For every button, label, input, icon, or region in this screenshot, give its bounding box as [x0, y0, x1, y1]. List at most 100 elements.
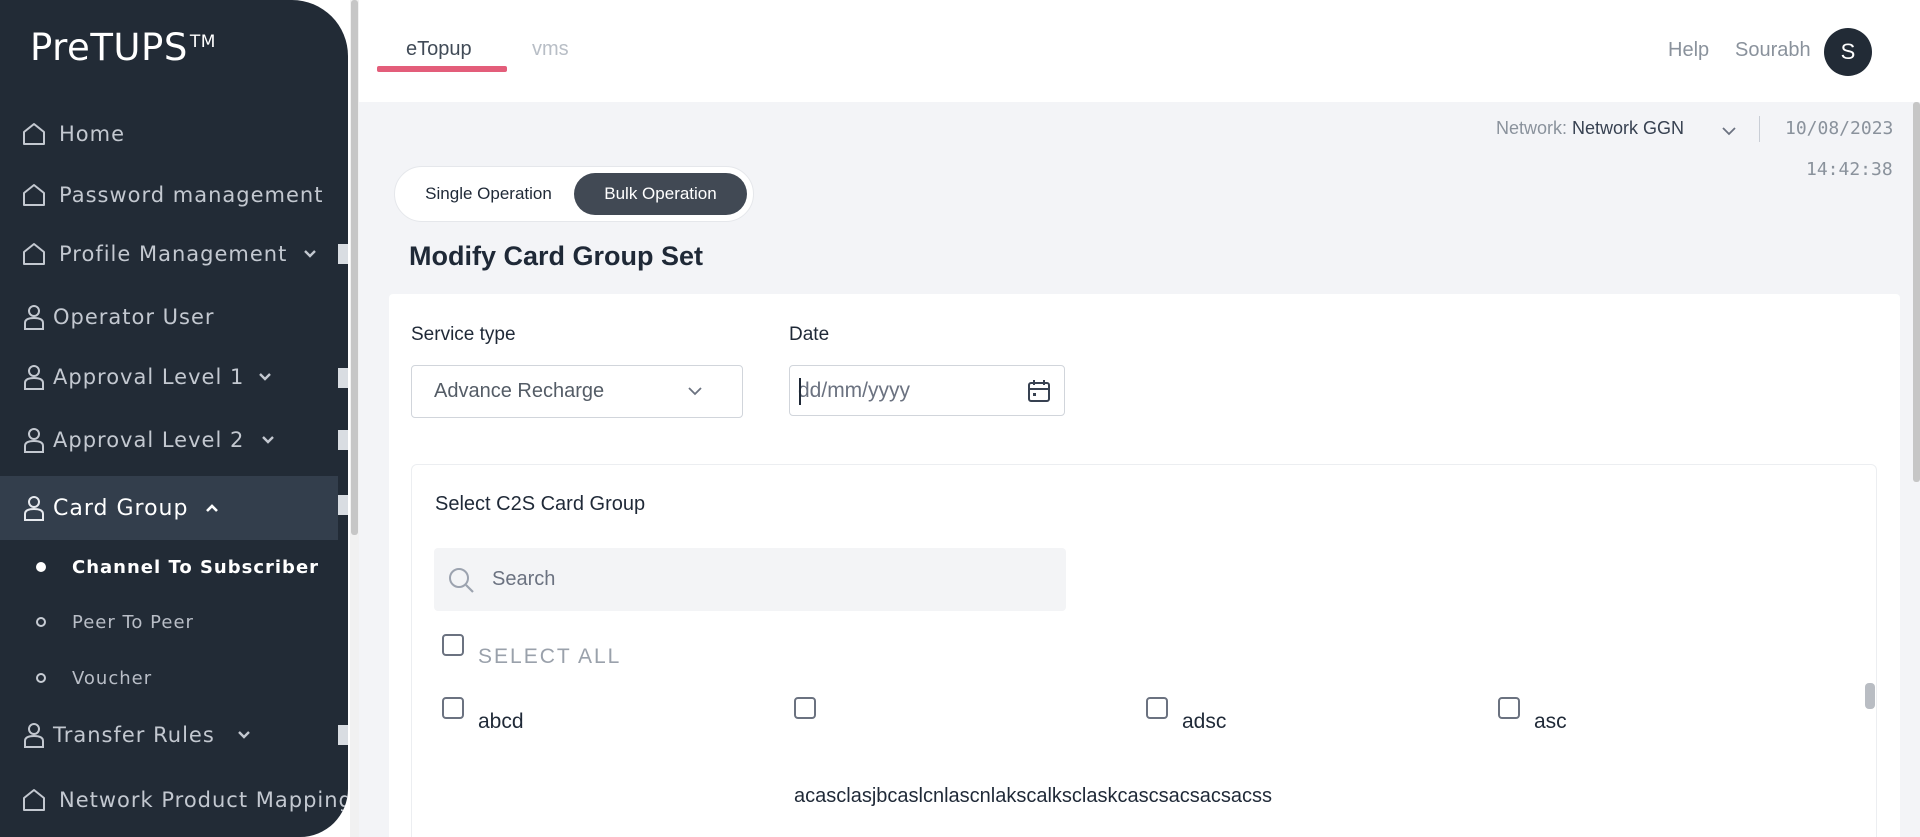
- service-type-value: Advance Recharge: [434, 380, 605, 402]
- chevron-down-icon: [235, 726, 253, 744]
- scrollbar-thumb[interactable]: [351, 0, 358, 535]
- sidebar-subitem-voucher[interactable]: Voucher: [0, 658, 338, 698]
- select-all-checkbox[interactable]: [442, 634, 464, 656]
- user-name[interactable]: Sourabh: [1735, 39, 1811, 62]
- home-icon: [20, 120, 48, 148]
- avatar-initial: S: [1840, 39, 1856, 64]
- chevron-down-icon: [685, 382, 705, 400]
- current-time: 14:42:38: [1806, 159, 1893, 180]
- search-icon: [446, 565, 476, 595]
- brand-logo: PreTUPS TM: [30, 26, 216, 69]
- date-input[interactable]: [798, 374, 1018, 408]
- single-operation-button[interactable]: Single Operation: [401, 173, 576, 215]
- brand-name: PreTUPS: [30, 26, 188, 69]
- user-icon: [20, 426, 48, 454]
- avatar[interactable]: S: [1824, 28, 1872, 76]
- sidebar: PreTUPS TM Home Password management Profi…: [0, 0, 348, 837]
- page-title: Modify Card Group Set: [409, 241, 704, 271]
- sidebar-item-card-group[interactable]: Card Group: [0, 476, 338, 540]
- scroll-marker: [338, 244, 348, 264]
- network-selector[interactable]: Network: Network GGN: [1496, 118, 1684, 139]
- trademark-mark: TM: [189, 32, 216, 52]
- sidebar-item-label: Password management: [59, 183, 324, 207]
- card-group-panel: Select C2S Card Group SELECT ALL abcd ac…: [411, 464, 1877, 837]
- bulk-operation-button[interactable]: Bulk Operation: [574, 173, 747, 215]
- sidebar-subitem-label: Channel To Subscriber: [72, 556, 320, 578]
- sidebar-subitem-label: Voucher: [72, 667, 153, 689]
- option-checkbox[interactable]: [794, 697, 816, 719]
- sidebar-item-password-management[interactable]: Password management: [0, 167, 338, 223]
- scroll-marker: [338, 430, 348, 450]
- scroll-marker: [338, 725, 348, 745]
- user-icon: [20, 363, 48, 391]
- tab-etopup[interactable]: eTopup: [406, 38, 472, 61]
- user-icon: [20, 494, 48, 522]
- chevron-down-icon: [259, 431, 277, 449]
- sidebar-item-operator-user[interactable]: Operator User: [0, 289, 338, 345]
- active-bullet-icon: [36, 562, 46, 572]
- bullet-icon: [36, 617, 46, 627]
- bullet-icon: [36, 673, 46, 683]
- option-label: acasclasjbcaslcnlascnlakscalksclaskcascs…: [794, 785, 1272, 807]
- sidebar-scrollbar[interactable]: [350, 0, 359, 837]
- tab-vms[interactable]: vms: [532, 38, 569, 61]
- panel-scrollbar-thumb[interactable]: [1865, 683, 1875, 709]
- chevron-down-icon[interactable]: [1720, 124, 1738, 138]
- network-label: Network:: [1496, 118, 1568, 138]
- home-icon: [20, 240, 48, 268]
- sidebar-item-label: Network Product Mapping: [59, 788, 348, 812]
- form-card: Service type Advance Recharge Date dd/mm…: [389, 294, 1900, 837]
- sidebar-item-profile-management[interactable]: Profile Management: [0, 226, 338, 282]
- date-label: Date: [789, 324, 830, 345]
- home-icon: [20, 786, 48, 814]
- chevron-up-icon: [203, 499, 221, 517]
- chevron-down-icon: [301, 245, 319, 263]
- sidebar-subitem-label: Peer To Peer: [72, 611, 194, 633]
- option-label: abcd: [478, 710, 524, 733]
- home-icon: [20, 181, 48, 209]
- user-icon: [20, 721, 48, 749]
- network-value: Network GGN: [1572, 118, 1685, 138]
- search-input[interactable]: [492, 562, 1032, 596]
- sidebar-item-approval-level-1[interactable]: Approval Level 1: [0, 349, 338, 405]
- page-scrollbar[interactable]: [1913, 102, 1920, 837]
- sidebar-item-label: Home: [59, 122, 126, 146]
- operation-toggle: Single Operation Bulk Operation: [394, 166, 754, 222]
- select-all-label: SELECT ALL: [478, 645, 622, 668]
- sidebar-subitem-peer-to-peer[interactable]: Peer To Peer: [0, 602, 338, 642]
- panel-title: Select C2S Card Group: [435, 493, 646, 515]
- sidebar-item-label: Operator User: [53, 305, 215, 329]
- service-type-select[interactable]: Advance Recharge: [411, 365, 743, 418]
- scroll-marker: [338, 368, 348, 388]
- sidebar-item-label: Profile Management: [59, 242, 288, 266]
- service-type-label: Service type: [411, 324, 516, 345]
- option-label: asc: [1534, 710, 1567, 733]
- sidebar-item-label: Approval Level 1: [53, 365, 245, 389]
- calendar-icon[interactable]: [1025, 377, 1053, 405]
- divider: [1759, 116, 1760, 142]
- active-tab-indicator: [377, 66, 507, 72]
- sidebar-item-label: Card Group: [53, 495, 189, 521]
- option-label: adsc: [1182, 710, 1227, 733]
- user-icon: [20, 303, 48, 331]
- chevron-down-icon: [256, 368, 274, 386]
- sidebar-item-home[interactable]: Home: [0, 106, 338, 162]
- help-link[interactable]: Help: [1668, 39, 1709, 62]
- text-caret: [799, 378, 801, 405]
- date-field[interactable]: [789, 365, 1065, 416]
- scrollbar-thumb[interactable]: [1913, 102, 1920, 482]
- search-field[interactable]: [434, 548, 1066, 611]
- sidebar-subitem-channel-to-subscriber[interactable]: Channel To Subscriber: [0, 547, 338, 587]
- main-content: Network: Network GGN 10/08/2023 14:42:38…: [359, 102, 1920, 837]
- scroll-marker: [338, 495, 348, 515]
- sidebar-item-transfer-rules[interactable]: Transfer Rules: [0, 707, 338, 763]
- option-checkbox[interactable]: [442, 697, 464, 719]
- current-date: 10/08/2023: [1785, 118, 1894, 139]
- top-header: eTopup vms Help Sourabh S: [359, 0, 1920, 102]
- sidebar-item-approval-level-2[interactable]: Approval Level 2: [0, 412, 338, 468]
- sidebar-item-network-product-mapping[interactable]: Network Product Mapping: [0, 772, 348, 828]
- sidebar-item-label: Transfer Rules: [53, 723, 215, 747]
- option-checkbox[interactable]: [1498, 697, 1520, 719]
- sidebar-item-label: Approval Level 2: [53, 428, 245, 452]
- option-checkbox[interactable]: [1146, 697, 1168, 719]
